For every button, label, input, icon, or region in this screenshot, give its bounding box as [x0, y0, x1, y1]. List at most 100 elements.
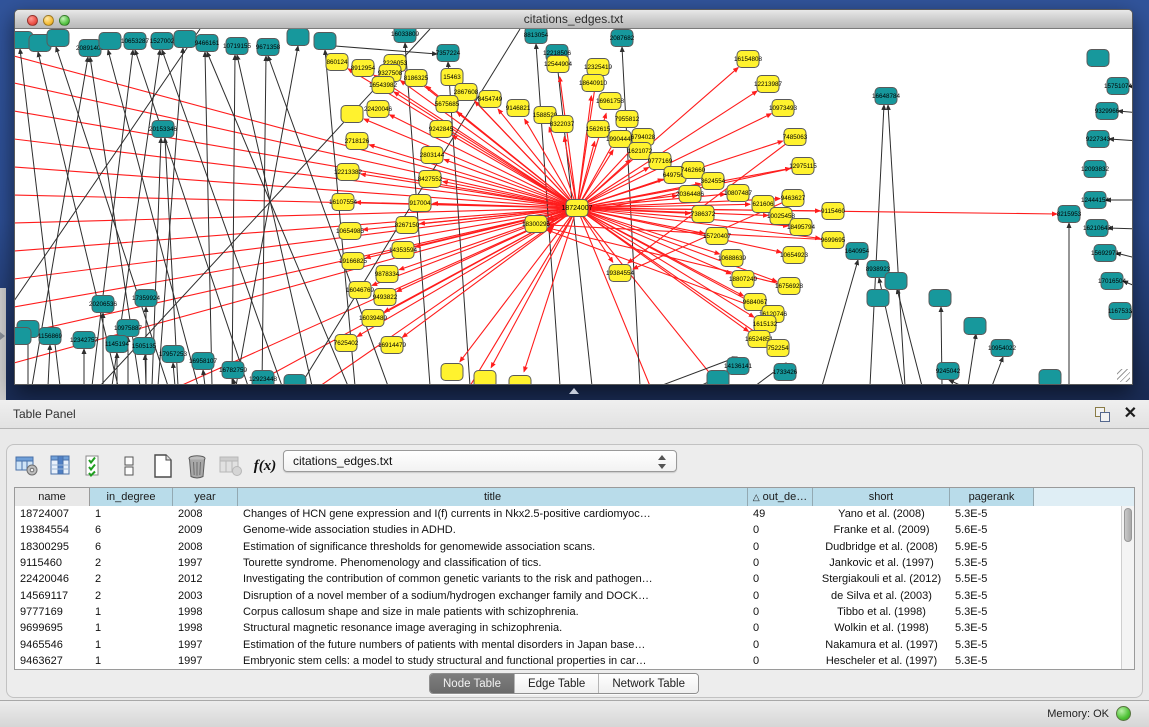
table-row[interactable]: 1938455462009Genome-wide association stu… [15, 522, 1122, 538]
node-shape[interactable] [99, 33, 121, 50]
graph-node-teal[interactable] [99, 33, 121, 50]
graph-node-yellow[interactable]: 8267150 [395, 217, 420, 234]
graph-node-teal[interactable]: 10719155 [223, 38, 252, 55]
graph-node-yellow[interactable]: 10654923 [780, 247, 809, 264]
graph-node-teal[interactable] [867, 290, 889, 307]
table-row[interactable]: 1456911722003Disruption of a novel membe… [15, 587, 1122, 603]
graph-node-yellow[interactable]: 9146821 [506, 100, 531, 117]
table-row[interactable]: 2242004622012Investigating the contribut… [15, 571, 1122, 587]
graph-node-yellow[interactable]: 18807249 [729, 271, 758, 288]
column-header-year[interactable]: year [173, 488, 238, 506]
close-panel-icon[interactable]: ✕ [1124, 403, 1137, 423]
graph-node-yellow[interactable]: 18724007 [561, 200, 592, 217]
graph-node-yellow[interactable] [441, 364, 463, 381]
column-header-pagerank[interactable]: pagerank [950, 488, 1034, 506]
graph-node-teal[interactable] [885, 273, 907, 290]
scrollbar-thumb[interactable] [1124, 508, 1132, 542]
splitter-handle-icon[interactable] [569, 388, 579, 394]
graph-node-yellow[interactable]: 8322037 [550, 116, 575, 133]
graph-node-yellow[interactable]: 16107554 [329, 194, 358, 211]
graph-node-yellow[interactable]: 8186325 [404, 70, 429, 87]
graph-node-yellow[interactable] [474, 371, 496, 385]
resize-grip[interactable] [1117, 369, 1130, 382]
graph-node-yellow[interactable]: 16914479 [378, 337, 407, 354]
graph-node-teal[interactable] [707, 371, 729, 385]
graph-node-yellow[interactable]: 752254 [767, 340, 789, 357]
column-header-in-degree[interactable]: in_degree [90, 488, 173, 506]
graph-node-yellow[interactable]: 16756928 [775, 278, 804, 295]
tab-node-table[interactable]: Node Table [430, 674, 514, 693]
graph-node-teal[interactable]: 2087682 [610, 30, 635, 47]
graph-node-teal[interactable]: 8215953 [1057, 206, 1082, 223]
node-shape[interactable] [441, 364, 463, 381]
graph-node-yellow[interactable]: 8454749 [478, 91, 503, 108]
graph-node-teal[interactable] [15, 328, 31, 345]
graph-node-yellow[interactable]: 8912954 [351, 60, 376, 77]
graph-node-yellow[interactable]: 10807487 [724, 185, 753, 202]
graph-node-teal[interactable]: 10954022 [988, 340, 1017, 357]
import-table-icon[interactable] [216, 451, 246, 481]
graph-node-teal[interactable]: 1505135 [132, 338, 157, 355]
graph-node-yellow[interactable]: 7625402 [334, 335, 359, 352]
graph-node-teal[interactable]: 9466161 [195, 35, 220, 52]
graph-node-teal[interactable]: 1156869 [38, 328, 63, 345]
graph-node-teal[interactable]: 7357224 [436, 45, 461, 62]
graph-node-teal[interactable] [929, 290, 951, 307]
graph-node-yellow[interactable]: 1615132 [753, 316, 778, 333]
graph-node-teal[interactable] [284, 375, 306, 385]
table-row[interactable]: 946554611997Estimation of the future num… [15, 636, 1122, 652]
delete-table-icon[interactable] [182, 451, 212, 481]
node-shape[interactable] [1087, 50, 1109, 67]
graph-node-teal[interactable]: 16648784 [872, 88, 901, 105]
graph-node-teal[interactable]: 17359924 [132, 290, 161, 307]
graph-node-yellow[interactable]: 3624554 [701, 173, 726, 190]
node-shape[interactable] [1039, 370, 1061, 385]
graph-node-teal[interactable] [1039, 370, 1061, 385]
table-settings-icon[interactable] [12, 451, 42, 481]
graph-node-yellow[interactable]: 917004 [409, 195, 431, 212]
graph-node-yellow[interactable]: 19166825 [339, 253, 368, 270]
graph-node-yellow[interactable]: 9463627 [781, 190, 806, 207]
select-rows-icon[interactable] [80, 451, 110, 481]
graph-node-yellow[interactable]: 9242845 [429, 121, 454, 138]
graph-node-yellow[interactable]: 10973493 [769, 100, 798, 117]
graph-node-teal[interactable]: 1733426 [773, 364, 798, 381]
graph-node-yellow[interactable]: 9699695 [821, 232, 846, 249]
graph-node-yellow[interactable]: 7955812 [615, 111, 640, 128]
column-header-title[interactable]: title [238, 488, 748, 506]
graph-node-teal[interactable]: 10975887 [114, 320, 143, 337]
graph-node-teal[interactable]: 15692971 [1091, 245, 1120, 262]
new-file-icon[interactable] [148, 451, 178, 481]
graph-node-yellow[interactable]: 12213382 [334, 164, 363, 181]
citation-network-graph[interactable]: 2089140610653287152700294661611071915596… [15, 29, 1132, 384]
graph-node-teal[interactable]: 1145194 [105, 336, 130, 353]
graph-node-yellow[interactable]: 16039489 [359, 310, 388, 327]
graph-node-teal[interactable]: 16210643 [1083, 220, 1112, 237]
node-shape[interactable] [474, 371, 496, 385]
graph-node-teal[interactable]: 12444154 [1081, 192, 1110, 209]
graph-node-teal[interactable] [314, 33, 336, 50]
graph-node-yellow[interactable]: 10654985 [336, 223, 365, 240]
graph-node-teal[interactable]: 10653287 [121, 33, 150, 50]
graph-node-yellow[interactable]: 12544904 [544, 56, 573, 73]
graph-node-yellow[interactable]: 2718126 [345, 133, 370, 150]
network-view-canvas[interactable]: 2089140610653287152700294661611071915596… [15, 29, 1132, 384]
table-row[interactable]: 1872400712008Changes of HCN gene express… [15, 506, 1122, 522]
graph-node-teal[interactable]: 12923448 [249, 371, 278, 385]
graph-node-yellow[interactable]: 1562615 [586, 121, 611, 138]
node-shape[interactable] [509, 376, 531, 385]
graph-node-teal[interactable]: 12093832 [1081, 161, 1110, 178]
show-columns-icon[interactable] [46, 451, 76, 481]
node-shape[interactable] [15, 328, 31, 345]
node-shape[interactable] [929, 290, 951, 307]
table-row[interactable]: 977716911998Corpus callosum shape and si… [15, 604, 1122, 620]
graph-node-teal[interactable]: 16782759 [219, 362, 248, 379]
graph-node-yellow[interactable]: 22420046 [364, 101, 393, 118]
graph-node-yellow[interactable] [509, 376, 531, 385]
node-shape[interactable] [885, 273, 907, 290]
graph-node-yellow[interactable]: 860124 [326, 54, 348, 71]
graph-node-yellow[interactable]: 18640910 [579, 75, 608, 92]
graph-node-yellow[interactable]: 16961758 [596, 93, 625, 110]
graph-node-teal[interactable]: 20206536 [89, 296, 118, 313]
table-row[interactable]: 911546021997Tourette syndrome. Phenomeno… [15, 555, 1122, 571]
